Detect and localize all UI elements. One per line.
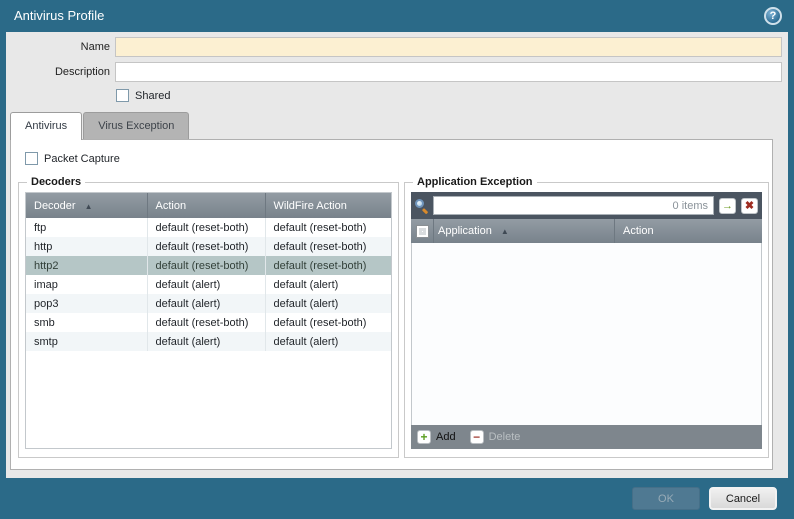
search-input[interactable] <box>434 198 673 213</box>
decoders-fieldset: Decoders Decoder ▲ Action WildFire Ac <box>18 176 399 458</box>
table-row[interactable]: smb default (reset-both) default (reset-… <box>26 313 391 332</box>
description-label: Description <box>6 66 110 78</box>
name-label: Name <box>6 41 110 53</box>
sort-asc-icon: ▲ <box>85 202 93 211</box>
add-icon: + <box>417 430 431 444</box>
clear-filter-icon[interactable]: ✖ <box>741 198 758 214</box>
application-search-field[interactable]: 0 items <box>433 196 714 215</box>
name-field[interactable] <box>115 37 782 57</box>
decoders-col-wildfire-action[interactable]: WildFire Action <box>265 193 391 218</box>
table-row[interactable]: http default (reset-both) default (reset… <box>26 237 391 256</box>
sort-asc-icon: ▲ <box>501 227 509 236</box>
table-row[interactable]: pop3 default (alert) default (alert) <box>26 294 391 313</box>
table-row[interactable]: smtp default (alert) default (alert) <box>26 332 391 351</box>
dialog-footer: OK Cancel <box>0 478 794 519</box>
application-exception-fieldset: Application Exception 0 items → ✖ <box>404 176 769 458</box>
application-col-header[interactable]: Application ▲ <box>433 219 614 243</box>
antivirus-profile-dialog: Antivirus Profile ? Name Description Sha… <box>0 0 794 519</box>
search-icon <box>415 199 428 212</box>
cancel-button[interactable]: Cancel <box>709 487 777 510</box>
application-exception-legend: Application Exception <box>413 176 537 188</box>
action-col-header[interactable]: Action <box>614 219 762 243</box>
delete-icon: − <box>470 430 484 444</box>
description-field[interactable] <box>115 62 782 82</box>
decoders-legend: Decoders <box>27 176 85 188</box>
decoders-col-action[interactable]: Action <box>147 193 265 218</box>
shared-checkbox[interactable] <box>116 89 129 102</box>
delete-button[interactable]: − Delete <box>470 430 521 444</box>
application-search-bar: 0 items → ✖ <box>411 192 762 219</box>
table-row-selected[interactable]: http2 default (reset-both) default (rese… <box>26 256 391 275</box>
tab-antivirus[interactable]: Antivirus <box>10 112 82 140</box>
decoders-col-decoder[interactable]: Decoder ▲ <box>26 193 147 218</box>
select-all-checkbox[interactable] <box>416 225 429 238</box>
application-table-body-empty <box>411 243 762 425</box>
help-icon[interactable]: ? <box>764 7 782 25</box>
table-row[interactable]: ftp default (reset-both) default (reset-… <box>26 218 391 237</box>
antivirus-tab-panel: Packet Capture Decoders Decoder ▲ <box>10 139 773 470</box>
dialog-body: Name Description Shared Antivirus Virus … <box>6 32 788 478</box>
add-button[interactable]: + Add <box>417 430 456 444</box>
dialog-titlebar: Antivirus Profile ? <box>0 0 794 32</box>
packet-capture-label: Packet Capture <box>44 153 120 165</box>
tab-strip: Antivirus Virus Exception <box>10 112 190 140</box>
items-count: 0 items <box>673 200 713 212</box>
tab-virus-exception[interactable]: Virus Exception <box>83 112 189 139</box>
table-row[interactable]: imap default (alert) default (alert) <box>26 275 391 294</box>
ok-button[interactable]: OK <box>632 487 700 510</box>
decoders-table: Decoder ▲ Action WildFire Action ftp def… <box>25 192 392 449</box>
shared-label: Shared <box>135 90 170 102</box>
dialog-title: Antivirus Profile <box>14 0 104 32</box>
packet-capture-checkbox[interactable] <box>25 152 38 165</box>
application-table-header: Application ▲ Action <box>411 219 762 243</box>
apply-filter-icon[interactable]: → <box>719 198 736 214</box>
application-toolbar: + Add − Delete <box>411 425 762 449</box>
shared-row: Shared <box>116 89 170 102</box>
packet-capture-row: Packet Capture <box>25 152 120 165</box>
